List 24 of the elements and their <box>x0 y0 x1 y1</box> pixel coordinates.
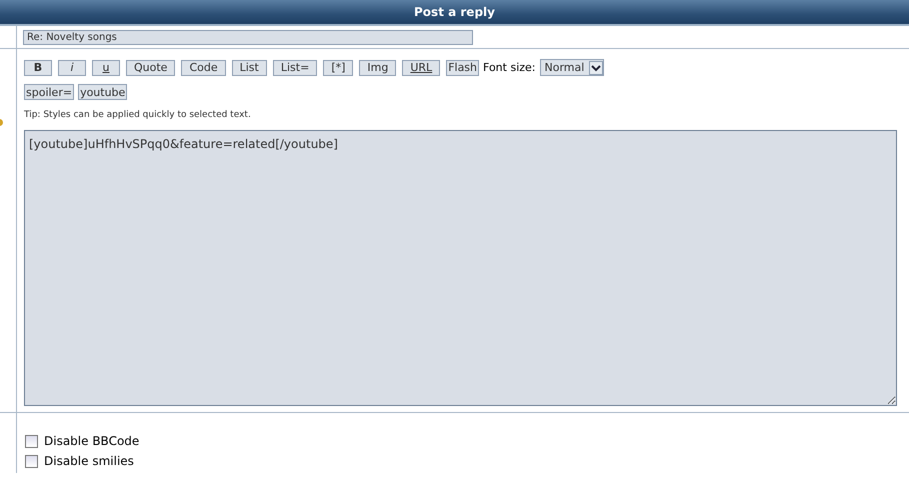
format-button[interactable]: B <box>24 60 52 76</box>
format-button[interactable]: List= <box>272 60 318 76</box>
subject-field[interactable]: Re: Novelty songs <box>23 30 473 45</box>
format-button[interactable]: Code <box>181 60 226 76</box>
checkbox[interactable] <box>25 434 38 448</box>
format-button[interactable]: URL <box>402 60 440 76</box>
checkbox-label: Disable smilies <box>44 454 134 468</box>
checkbox-label: Disable BBCode <box>44 434 140 448</box>
format-button[interactable]: u <box>92 60 120 76</box>
tip-text: Tip: Styles can be applied quickly to selected text. <box>24 110 252 120</box>
header-title: Post a reply <box>414 5 495 19</box>
format-button[interactable]: [*] <box>323 60 354 76</box>
checkbox[interactable] <box>25 454 38 468</box>
font-size-label: Font size: <box>483 61 536 74</box>
dropdown-icon <box>589 60 604 74</box>
format-button[interactable]: List <box>232 60 267 76</box>
format-button[interactable]: spoiler= <box>24 84 74 100</box>
format-button[interactable]: Quote <box>126 60 176 76</box>
format-button[interactable]: youtube <box>78 84 128 100</box>
message-field[interactable]: [youtube]uHfhHvSPqq0&feature=related[/youtube] <box>24 130 897 406</box>
format-button[interactable]: Img <box>359 60 396 76</box>
format-button[interactable]: Flash <box>446 60 480 76</box>
format-button[interactable]: i <box>58 60 86 76</box>
font-size-select[interactable]: Normal <box>540 59 604 76</box>
